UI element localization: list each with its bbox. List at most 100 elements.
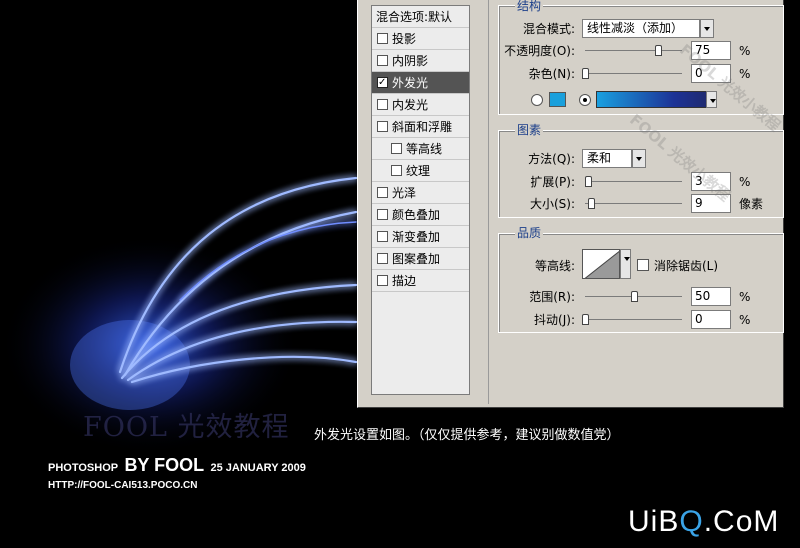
gradient-radio[interactable]	[579, 94, 591, 106]
group-title: 结构	[515, 0, 544, 13]
chevron-down-icon[interactable]	[620, 249, 631, 279]
outer-glow-item[interactable]: 外发光	[372, 72, 469, 94]
blending-options-item[interactable]: 混合选项:默认	[372, 6, 469, 28]
inner-shadow-item[interactable]: 内阴影	[372, 50, 469, 72]
color-overlay-item[interactable]: 颜色叠加	[372, 204, 469, 226]
credit-prefix: PHOTOSHOP	[48, 462, 119, 474]
checkbox[interactable]	[377, 253, 388, 264]
jitter-unit: %	[739, 313, 751, 327]
jitter-slider[interactable]	[582, 314, 682, 326]
list-item-label: 纹理	[406, 164, 431, 178]
contour-row: 等高线: 消除锯齿(L)	[489, 249, 785, 279]
checkbox[interactable]	[377, 121, 388, 132]
slider-thumb[interactable]	[587, 198, 595, 209]
contour-label: 等高线:	[534, 259, 575, 273]
inner-glow-item[interactable]: 内发光	[372, 94, 469, 116]
chevron-down-icon[interactable]	[700, 19, 714, 38]
group-title: 图素	[515, 123, 544, 137]
checkbox[interactable]	[377, 99, 388, 110]
range-input[interactable]: 50	[691, 287, 731, 306]
glow-color-swatch[interactable]	[549, 92, 566, 107]
contour-picker[interactable]	[582, 249, 620, 279]
size-row: 大小(S): 9 像素	[489, 194, 785, 214]
list-item-label: 等高线	[406, 142, 443, 156]
list-item-label: 光泽	[392, 186, 417, 200]
list-item-label: 混合选项:默认	[376, 10, 453, 24]
checkbox[interactable]	[377, 187, 388, 198]
list-item-label: 内阴影	[392, 54, 429, 68]
contour-item[interactable]: 等高线	[372, 138, 469, 160]
list-item-label: 颜色叠加	[392, 208, 441, 222]
slider-thumb[interactable]	[582, 314, 589, 325]
opacity-unit: %	[739, 44, 751, 58]
technique-label: 方法(Q):	[528, 152, 575, 166]
list-item-label: 投影	[392, 32, 417, 46]
list-item-label: 外发光	[392, 76, 429, 90]
opacity-slider[interactable]	[585, 45, 682, 57]
antialias-label: 消除锯齿(L)	[654, 259, 719, 273]
list-item-label: 描边	[392, 274, 417, 288]
spread-slider[interactable]	[584, 176, 682, 188]
size-slider[interactable]	[585, 198, 682, 210]
range-label: 范围(R):	[529, 290, 575, 304]
glow-gradient-picker[interactable]	[596, 91, 708, 108]
layer-style-dialog: 混合选项:默认 投影 内阴影 外发光 内发光 斜面和浮雕 等高线 纹理 光泽 颜…	[357, 0, 784, 408]
credit-author: BY FOOL	[124, 455, 205, 475]
jitter-label: 抖动(J):	[534, 313, 575, 327]
noise-unit: %	[739, 67, 751, 81]
logo-part: UiB	[628, 505, 680, 538]
noise-slider[interactable]	[582, 68, 682, 80]
jitter-row: 抖动(J): 0 %	[489, 310, 785, 330]
chevron-down-icon[interactable]	[632, 149, 646, 168]
blend-mode-label: 混合模式:	[522, 22, 575, 36]
caption-text: 外发光设置如图。（仅仅提供参考，建议别做数值党）	[314, 428, 620, 443]
checkbox[interactable]	[391, 143, 402, 154]
list-item-label: 斜面和浮雕	[392, 120, 453, 134]
watermark-text: FOOL 光效教程	[83, 412, 290, 443]
credit-date: 25 JANUARY 2009	[210, 462, 306, 474]
drop-shadow-item[interactable]: 投影	[372, 28, 469, 50]
gradient-overlay-item[interactable]: 渐变叠加	[372, 226, 469, 248]
blend-mode-select[interactable]: 线性减淡（添加）	[582, 19, 700, 38]
texture-item[interactable]: 纹理	[372, 160, 469, 182]
chevron-down-icon[interactable]	[706, 91, 717, 108]
bevel-emboss-item[interactable]: 斜面和浮雕	[372, 116, 469, 138]
logo-part: Q	[679, 505, 704, 538]
technique-select[interactable]: 柔和	[582, 149, 632, 168]
spread-row: 扩展(P): 3 %	[489, 172, 785, 192]
outer-glow-settings: 结构 混合模式: 线性减淡（添加） 不透明度(O): 75 % 杂色(N): 0…	[488, 0, 784, 404]
list-item-label: 图案叠加	[392, 252, 441, 266]
checkbox[interactable]	[391, 165, 402, 176]
blend-mode-row: 混合模式: 线性减淡（添加）	[489, 19, 785, 39]
list-item-label: 内发光	[392, 98, 429, 112]
credit-line: PHOTOSHOP BY FOOL 25 JANUARY 2009	[48, 455, 306, 476]
noise-row: 杂色(N): 0 %	[489, 64, 785, 84]
noise-label: 杂色(N):	[528, 67, 575, 81]
checkbox[interactable]	[377, 55, 388, 66]
spread-unit: %	[739, 175, 751, 189]
satin-item[interactable]: 光泽	[372, 182, 469, 204]
opacity-row: 不透明度(O): 75 %	[489, 41, 785, 61]
size-unit: 像素	[739, 197, 764, 211]
size-label: 大小(S):	[529, 197, 575, 211]
list-item-label: 渐变叠加	[392, 230, 441, 244]
pattern-overlay-item[interactable]: 图案叠加	[372, 248, 469, 270]
slider-thumb[interactable]	[654, 45, 662, 56]
checkbox[interactable]	[377, 72, 388, 94]
slider-thumb[interactable]	[584, 176, 592, 187]
technique-row: 方法(Q): 柔和	[489, 149, 785, 169]
checkbox[interactable]	[377, 275, 388, 286]
checkbox[interactable]	[377, 231, 388, 242]
contour-curve-icon	[584, 250, 619, 278]
slider-thumb[interactable]	[630, 291, 638, 302]
slider-thumb[interactable]	[582, 68, 589, 79]
stroke-item[interactable]: 描边	[372, 270, 469, 292]
jitter-input[interactable]: 0	[691, 310, 731, 329]
logo-part: .CoM	[703, 505, 780, 538]
solid-color-radio[interactable]	[531, 94, 543, 106]
spread-label: 扩展(P):	[530, 175, 575, 189]
checkbox[interactable]	[377, 33, 388, 44]
antialias-checkbox[interactable]	[637, 259, 649, 271]
range-slider[interactable]	[585, 291, 682, 303]
checkbox[interactable]	[377, 209, 388, 220]
